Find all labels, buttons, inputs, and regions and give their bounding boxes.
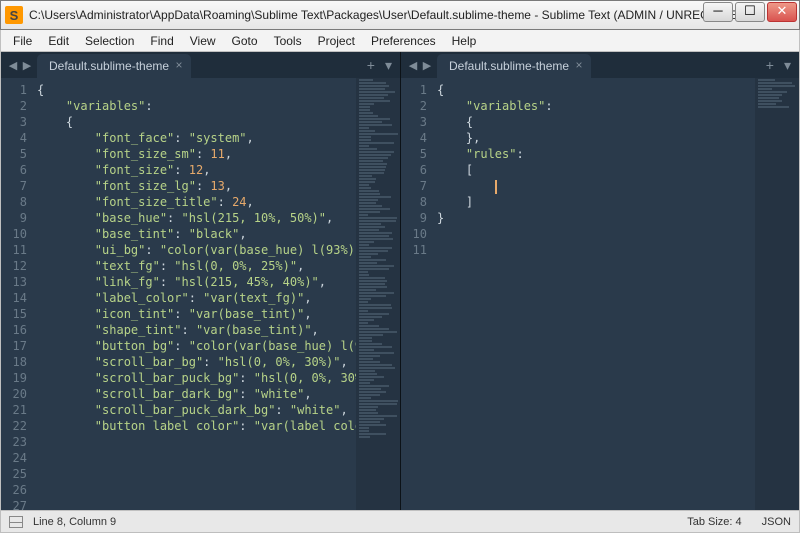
tab-close-icon[interactable]: × (573, 59, 585, 71)
editor-pane-right: ◀ ▶ Default.sublime-theme × + ▾ 12345678… (400, 52, 799, 510)
minimap[interactable] (755, 78, 799, 510)
window-title: C:\Users\Administrator\AppData\Roaming\S… (29, 8, 765, 22)
line-number-gutter: 1234567891011 (401, 78, 433, 510)
status-cursor-position[interactable]: Line 8, Column 9 (33, 516, 116, 528)
menu-item-project[interactable]: Project (310, 32, 363, 50)
menu-item-view[interactable]: View (182, 32, 224, 50)
tab-menu-icon[interactable]: ▾ (385, 57, 392, 74)
window-maximize-button[interactable]: ☐ (735, 2, 765, 22)
tab-nav-left-icon[interactable]: ◀ (407, 59, 419, 72)
window-close-button[interactable]: ✕ (767, 2, 797, 22)
menu-item-goto[interactable]: Goto (224, 32, 266, 50)
window-titlebar: S C:\Users\Administrator\AppData\Roaming… (0, 0, 800, 30)
menu-item-help[interactable]: Help (444, 32, 485, 50)
panel-switcher-icon[interactable] (9, 516, 23, 528)
menu-bar: FileEditSelectionFindViewGotoToolsProjec… (0, 30, 800, 52)
editor-area[interactable]: 1234567891011 { "variables": { }, "rules… (401, 78, 799, 510)
code-content[interactable]: { "variables": { "font_face": "system", … (33, 78, 356, 510)
new-tab-icon[interactable]: + (766, 57, 774, 73)
tab-label: Default.sublime-theme (449, 59, 569, 73)
line-number-gutter: 1234567891011121314151617181920212223242… (1, 78, 33, 510)
menu-item-file[interactable]: File (5, 32, 40, 50)
editor-area[interactable]: 1234567891011121314151617181920212223242… (1, 78, 400, 510)
tab-label: Default.sublime-theme (49, 59, 169, 73)
status-syntax[interactable]: JSON (762, 516, 791, 528)
tab-bar: ◀ ▶ Default.sublime-theme × + ▾ (1, 52, 400, 78)
tab-nav-right-icon[interactable]: ▶ (21, 59, 33, 72)
status-tab-size[interactable]: Tab Size: 4 (687, 516, 741, 528)
menu-item-preferences[interactable]: Preferences (363, 32, 444, 50)
tab-menu-icon[interactable]: ▾ (784, 57, 791, 74)
code-content[interactable]: { "variables": { }, "rules": [ ]} (433, 78, 755, 510)
tab-active[interactable]: Default.sublime-theme × (437, 54, 591, 78)
menu-item-tools[interactable]: Tools (266, 32, 310, 50)
editor-pane-left: ◀ ▶ Default.sublime-theme × + ▾ 12345678… (1, 52, 400, 510)
app-icon: S (5, 6, 23, 24)
tab-nav-left-icon[interactable]: ◀ (7, 59, 19, 72)
tab-bar: ◀ ▶ Default.sublime-theme × + ▾ (401, 52, 799, 78)
menu-item-find[interactable]: Find (142, 32, 181, 50)
new-tab-icon[interactable]: + (367, 57, 375, 73)
tab-nav-right-icon[interactable]: ▶ (421, 59, 433, 72)
menu-item-selection[interactable]: Selection (77, 32, 142, 50)
minimap[interactable] (356, 78, 400, 510)
workspace: ◀ ▶ Default.sublime-theme × + ▾ 12345678… (0, 52, 800, 511)
status-bar: Line 8, Column 9 Tab Size: 4 JSON (0, 511, 800, 533)
tab-active[interactable]: Default.sublime-theme × (37, 54, 191, 78)
window-minimize-button[interactable]: ─ (703, 2, 733, 22)
menu-item-edit[interactable]: Edit (40, 32, 77, 50)
tab-close-icon[interactable]: × (173, 59, 185, 71)
